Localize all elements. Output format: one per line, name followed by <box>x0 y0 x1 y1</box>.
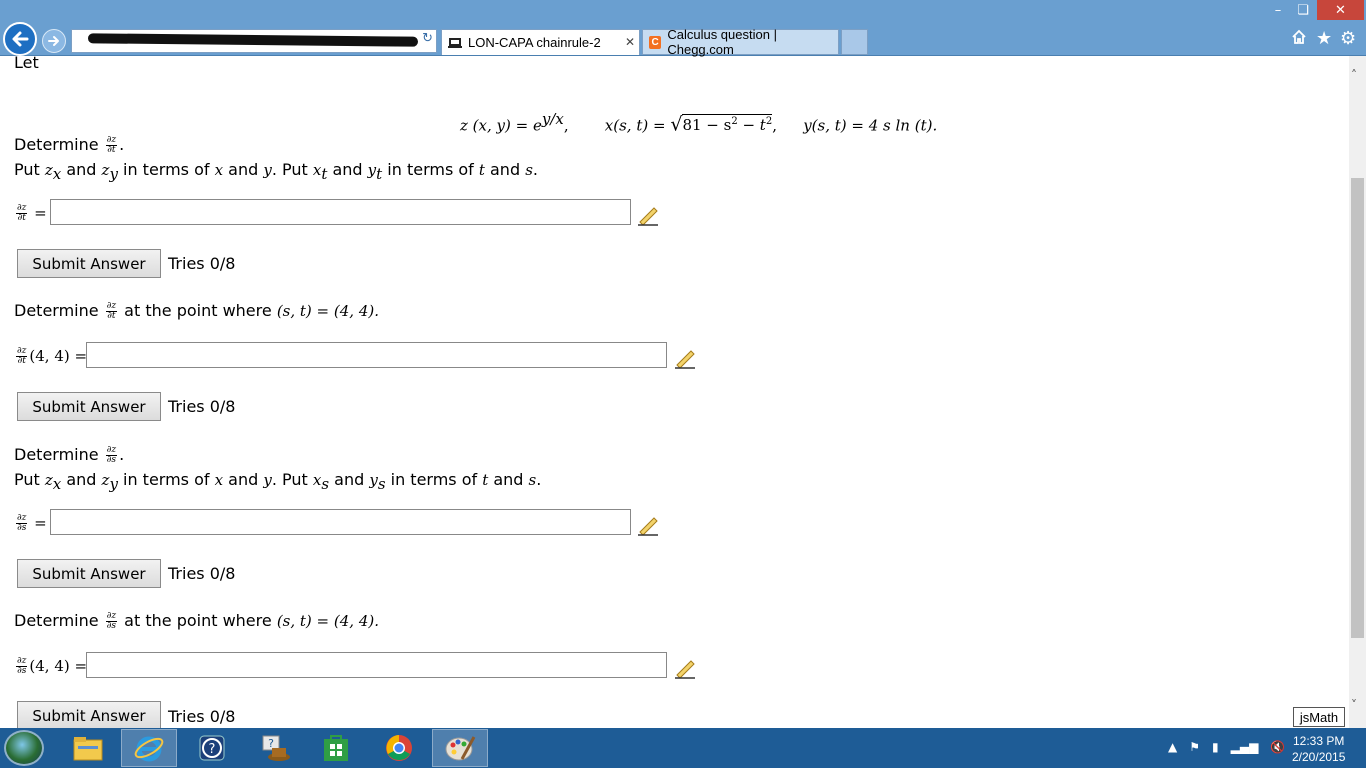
submit-answer-button-2[interactable]: Submit Answer <box>17 392 161 421</box>
page-content: Let z (x, y) = ey/x, x(s, t) = √81 − s2 … <box>0 56 1349 728</box>
internet-explorer-icon[interactable] <box>121 729 177 767</box>
instruction-line-1: Put zx and zy in terms of x and y. Put x… <box>14 160 538 184</box>
problem-equation: z (x, y) = ey/x, x(s, t) = √81 − s2 − t2… <box>460 110 938 136</box>
minimize-button[interactable]: – <box>1266 0 1290 20</box>
tab-label: LON-CAPA chainrule-2 <box>468 35 601 50</box>
answer-input-4[interactable] <box>86 652 667 678</box>
answer-input-2[interactable] <box>86 342 667 368</box>
clock[interactable]: 12:33 PM 2/20/2015 <box>1292 733 1345 765</box>
z-definition: z (x, y) = e <box>460 116 542 135</box>
answer-label-1: ∂z ∂t = <box>16 203 47 223</box>
clock-time: 12:33 PM <box>1293 734 1345 748</box>
tries-counter-1: Tries 0/8 <box>168 254 236 273</box>
scroll-up-icon[interactable]: ˄ <box>1351 68 1357 82</box>
close-window-button[interactable]: ✕ <box>1317 0 1364 20</box>
answer-label-3: ∂z ∂s = <box>16 513 47 533</box>
x-radicand: 81 − s <box>682 116 732 135</box>
address-bar[interactable]: ↻ <box>71 29 437 53</box>
taskbar: ? ? ▲ ⚑ ▮ ▂▄▆ 🔇 12:33 PM 2/20/2015 <box>0 728 1366 768</box>
instruction-line-2: Put zx and zy in terms of x and y. Put x… <box>14 470 542 494</box>
answer-input-3[interactable] <box>50 509 631 535</box>
star-icon[interactable]: ★ <box>1316 29 1332 49</box>
tab-chegg[interactable]: C Calculus question | Chegg.com <box>642 27 839 57</box>
start-orb[interactable] <box>4 730 44 766</box>
fraction-dz-dt: ∂z ∂t <box>105 135 118 155</box>
scroll-down-icon[interactable]: ˅ <box>1351 698 1357 712</box>
tab-lon-capa[interactable]: LON-CAPA chainrule-2 ✕ <box>441 29 640 55</box>
svg-text:?: ? <box>209 742 216 757</box>
tries-counter-3: Tries 0/8 <box>168 564 236 583</box>
scroll-thumb[interactable] <box>1351 178 1364 638</box>
help-icon[interactable]: ? <box>184 729 240 767</box>
home-icon[interactable] <box>1291 29 1307 50</box>
tries-counter-4: Tries 0/8 <box>168 707 236 726</box>
pencil-icon[interactable] <box>673 347 697 369</box>
pencil-icon[interactable] <box>673 657 697 679</box>
battery-icon[interactable]: ▮ <box>1212 740 1219 754</box>
forward-arrow-icon <box>48 36 59 46</box>
x-radicand-t: − t <box>737 116 766 135</box>
determine-dz-ds: Determine ∂z ∂s. <box>14 445 125 465</box>
tab-label: Calculus question | Chegg.com <box>667 27 777 57</box>
answer-input-1[interactable] <box>50 199 631 225</box>
determine-dz-ds-point: Determine ∂z ∂s at the point where (s, t)… <box>14 611 379 631</box>
signal-icon[interactable]: ▂▄▆ <box>1231 740 1259 754</box>
restore-button[interactable]: ❏ <box>1291 0 1315 20</box>
close-tab-icon[interactable]: ✕ <box>625 35 635 49</box>
back-button[interactable] <box>3 22 37 56</box>
determine-dz-dt: Determine ∂z ∂t. <box>14 135 125 155</box>
paint-icon[interactable] <box>432 729 488 767</box>
jsmath-button[interactable]: jsMath <box>1293 707 1345 727</box>
chrome-icon[interactable] <box>371 729 427 767</box>
file-explorer-icon[interactable] <box>60 729 116 767</box>
system-tray: ▲ ⚑ ▮ ▂▄▆ 🔇 <box>1168 740 1285 754</box>
redacted-url <box>87 33 419 47</box>
tray-expand-icon[interactable]: ▲ <box>1168 740 1177 754</box>
submit-answer-button-4[interactable]: Submit Answer <box>17 701 161 728</box>
tries-counter-2: Tries 0/8 <box>168 397 236 416</box>
browser-chrome: – ❏ ✕ ↻ LON-CAPA chainrule-2 ✕ C Calculu… <box>0 0 1366 57</box>
clock-date: 2/20/2015 <box>1292 750 1346 764</box>
user-hat-icon[interactable]: ? <box>246 729 302 767</box>
y-definition: y(s, t) = 4 s ln (t). <box>803 116 938 135</box>
chegg-favicon-icon: C <box>649 35 662 49</box>
z-exponent: y/x <box>541 110 564 128</box>
store-icon[interactable] <box>308 729 364 767</box>
back-arrow-icon <box>12 31 29 47</box>
intro-text: Let <box>14 56 39 72</box>
forward-button[interactable] <box>42 29 66 53</box>
flag-icon[interactable]: ⚑ <box>1189 740 1200 754</box>
answer-label-4: ∂z ∂s (4, 4) = <box>16 656 88 676</box>
new-tab-button[interactable] <box>841 29 868 55</box>
submit-answer-button-1[interactable]: Submit Answer <box>17 249 161 278</box>
pencil-icon[interactable] <box>636 204 660 226</box>
submit-answer-button-3[interactable]: Submit Answer <box>17 559 161 588</box>
determine-dz-dt-point: Determine ∂z ∂t at the point where (s, t)… <box>14 301 379 321</box>
gear-icon[interactable]: ⚙ <box>1340 29 1356 49</box>
pencil-icon[interactable] <box>636 514 660 536</box>
volume-muted-icon[interactable]: 🔇 <box>1270 740 1285 754</box>
x-definition: x(s, t) = <box>604 116 671 135</box>
answer-label-2: ∂z ∂t (4, 4) = <box>16 346 88 366</box>
refresh-icon[interactable]: ↻ <box>422 31 433 46</box>
vertical-scrollbar[interactable]: ˄ ˅ <box>1349 56 1366 728</box>
lon-capa-favicon-icon <box>448 37 462 48</box>
